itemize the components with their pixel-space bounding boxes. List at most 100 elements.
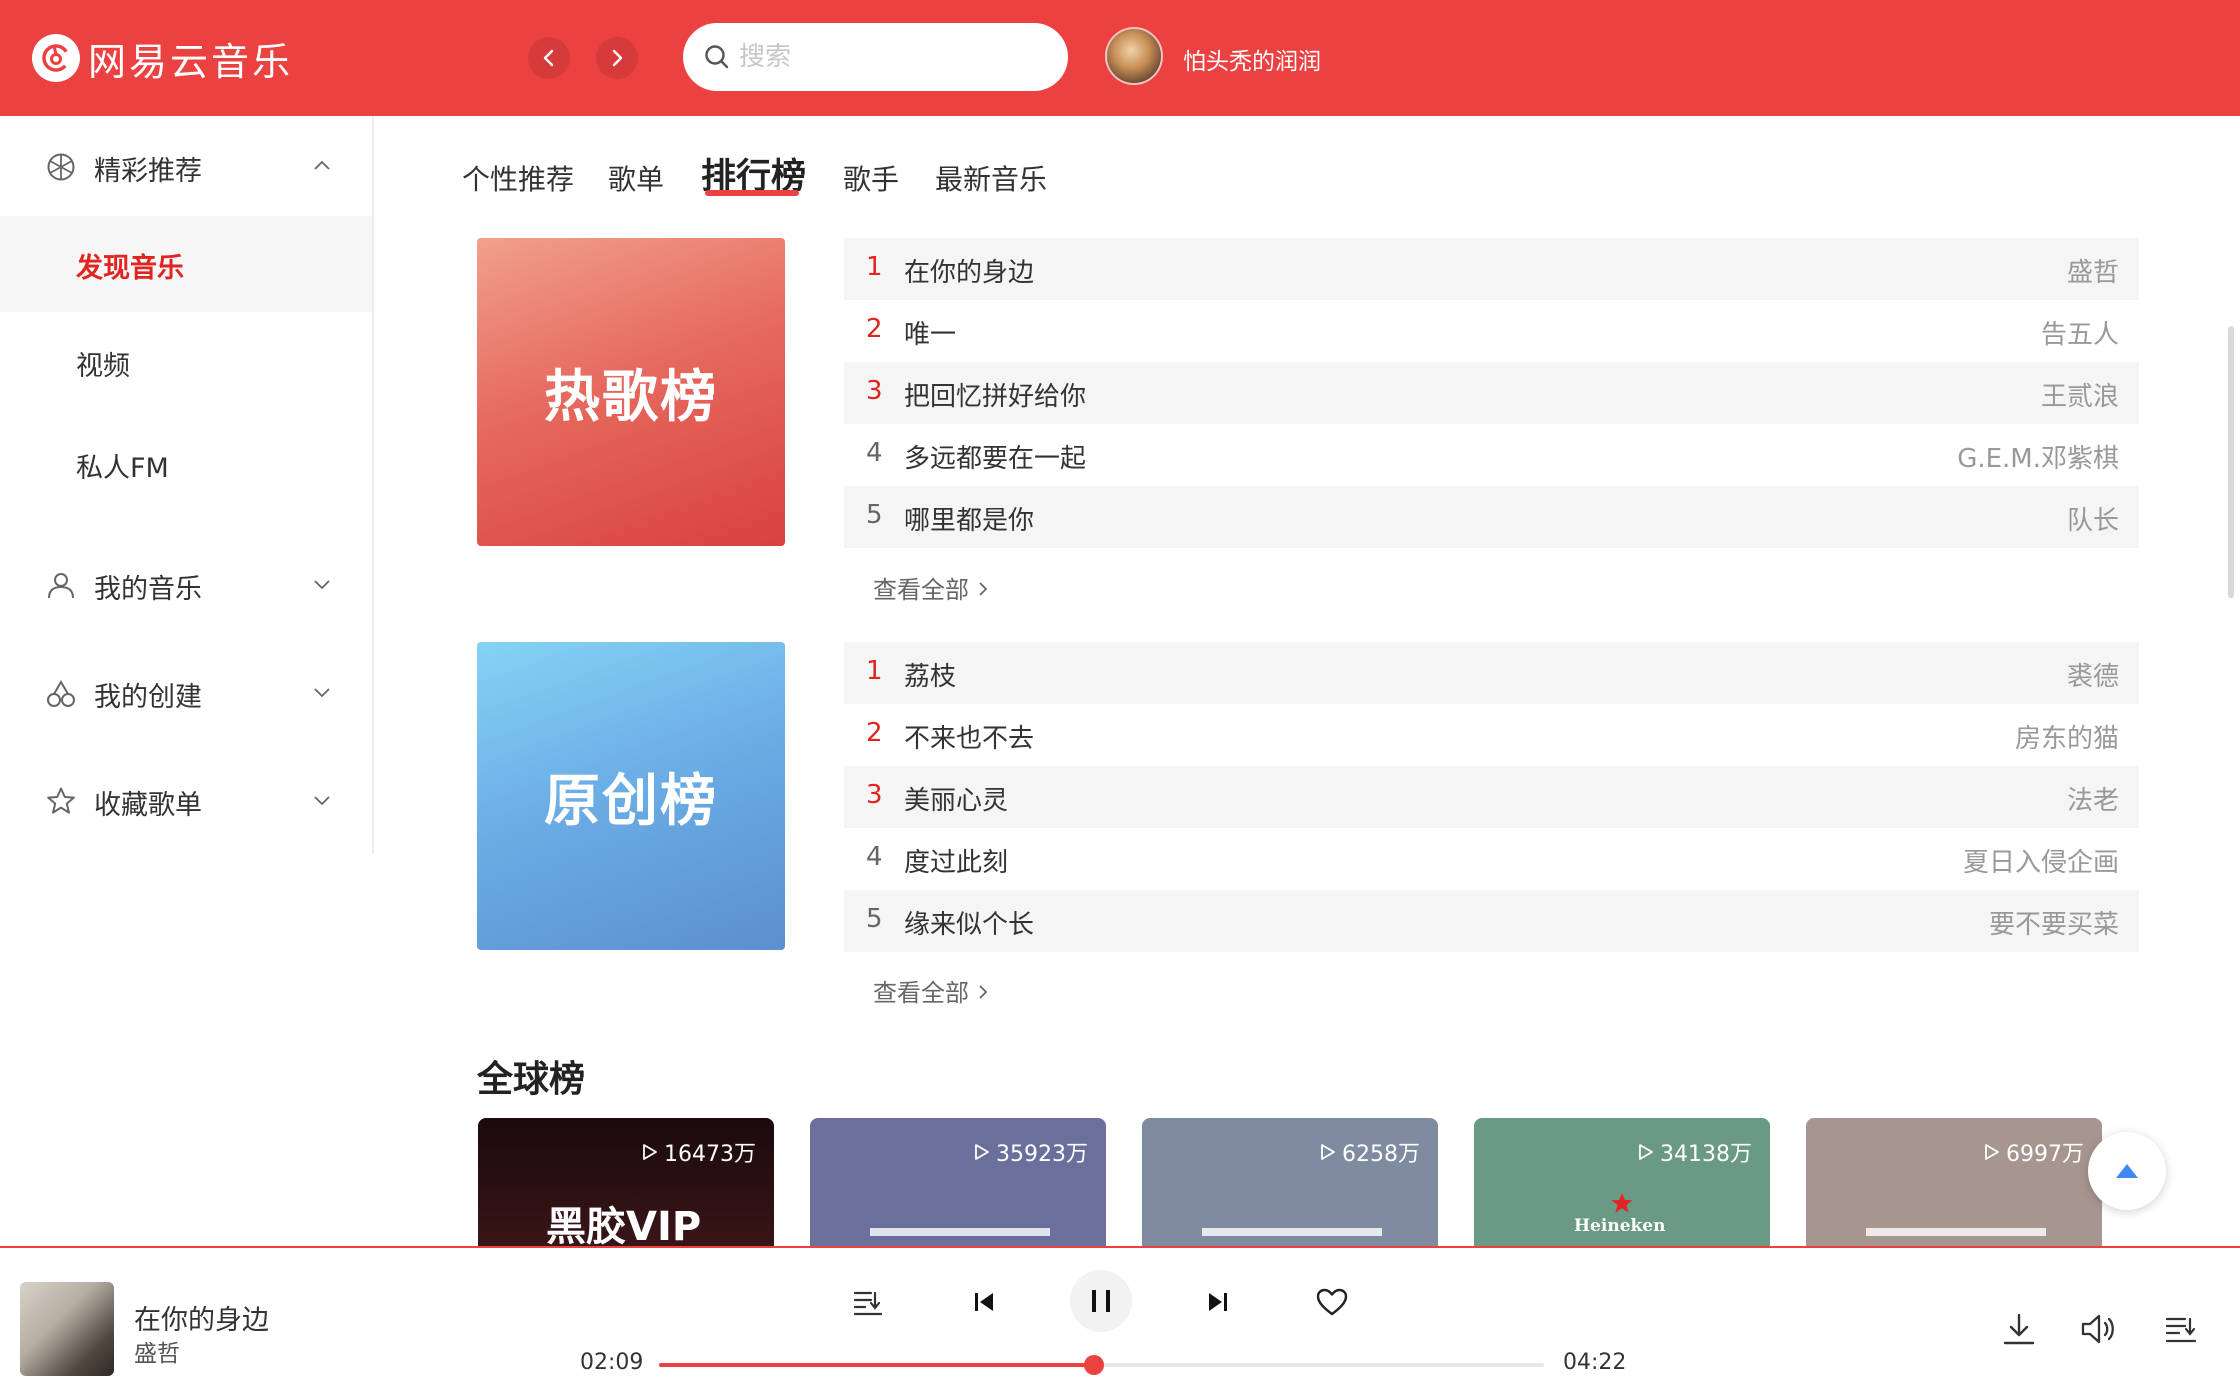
sidebar-group-collected-playlists[interactable]: 收藏歌单 bbox=[0, 760, 372, 840]
song-rank: 1 bbox=[866, 656, 883, 686]
song-artist[interactable]: 房东的猫 bbox=[2015, 718, 2119, 755]
user-name[interactable]: 怕头秃的润润 bbox=[1183, 42, 1321, 76]
song-row[interactable]: 2 唯一 告五人 bbox=[844, 300, 2139, 362]
volume-button[interactable] bbox=[2078, 1308, 2120, 1350]
song-name: 不来也不去 bbox=[904, 724, 1035, 754]
sidebar-group-my-creations[interactable]: 我的创建 bbox=[0, 652, 372, 732]
global-chart-card[interactable]: 6997万 bbox=[1806, 1118, 2102, 1248]
global-chart-card[interactable]: 16473万 黑胶VIP bbox=[478, 1118, 774, 1248]
song-name: 在你的身边 bbox=[904, 258, 1035, 288]
cover-title-cutoff bbox=[1202, 1228, 1382, 1248]
song-rank: 5 bbox=[866, 904, 883, 934]
play-triangle-icon bbox=[975, 1144, 989, 1160]
sidebar-group-label: 我的音乐 bbox=[94, 574, 202, 605]
play-count: 35923万 bbox=[974, 1136, 1088, 1168]
song-name: 唯一 bbox=[904, 320, 957, 350]
global-chart-card[interactable]: 35923万 bbox=[810, 1118, 1106, 1248]
tab-playlists[interactable]: 歌单 bbox=[608, 158, 664, 198]
app-logo[interactable]: 网易云音乐 bbox=[32, 32, 293, 84]
song-row[interactable]: 1 荔枝 裘德 bbox=[844, 642, 2139, 704]
song-name: 美丽心灵 bbox=[904, 786, 1009, 816]
song-artist[interactable]: 告五人 bbox=[2041, 314, 2119, 351]
search-input[interactable] bbox=[739, 42, 1039, 72]
song-artist[interactable]: 盛哲 bbox=[2067, 252, 2119, 289]
progress-slider[interactable] bbox=[659, 1355, 1544, 1375]
global-charts-title: 全球榜 bbox=[477, 1059, 586, 1100]
player-bar: 在你的身边 盛哲 02:09 04:22 bbox=[0, 1246, 2240, 1400]
song-row[interactable]: 3 把回忆拼好给你 王贰浪 bbox=[844, 362, 2139, 424]
search-icon bbox=[705, 45, 729, 69]
volume-icon bbox=[2081, 1314, 2114, 1344]
skip-forward-icon bbox=[1209, 1293, 1227, 1311]
sidebar-item-personal-fm[interactable]: 私人FM bbox=[0, 416, 372, 512]
sidebar-item-discover-music[interactable]: 发现音乐 bbox=[0, 216, 372, 312]
playlist-order-button[interactable] bbox=[846, 1280, 890, 1324]
tab-new-music[interactable]: 最新音乐 bbox=[935, 158, 1047, 198]
song-artist[interactable]: 法老 bbox=[2067, 780, 2119, 817]
song-rank: 5 bbox=[866, 500, 883, 530]
song-name: 荔枝 bbox=[904, 662, 957, 692]
play-triangle-icon bbox=[643, 1144, 657, 1160]
sidebar-group-my-music[interactable]: 我的音乐 bbox=[0, 544, 372, 624]
now-playing-cover[interactable] bbox=[20, 1282, 114, 1376]
song-artist[interactable]: G.E.M.邓紫棋 bbox=[1957, 438, 2119, 475]
heart-icon bbox=[1316, 1288, 1348, 1316]
song-row[interactable]: 1 在你的身边 盛哲 bbox=[844, 238, 2139, 300]
chevron-down-icon[interactable] bbox=[312, 574, 332, 594]
song-artist[interactable]: 夏日入侵企画 bbox=[1963, 842, 2119, 879]
vinyl-vip-logo: 黑胶VIP bbox=[546, 1204, 702, 1248]
next-track-button[interactable] bbox=[1196, 1280, 1240, 1324]
original-chart-cover[interactable]: 原创榜 bbox=[477, 642, 785, 950]
previous-track-button[interactable] bbox=[962, 1280, 1006, 1324]
sidebar-group-recommend[interactable]: 精彩推荐 bbox=[0, 126, 372, 206]
global-chart-card[interactable]: 6258万 bbox=[1142, 1118, 1438, 1248]
view-all-link[interactable]: 查看全部 bbox=[873, 973, 989, 1008]
view-all-link[interactable]: 查看全部 bbox=[873, 570, 989, 605]
pause-button[interactable] bbox=[1070, 1270, 1132, 1332]
play-triangle-icon bbox=[1321, 1144, 1335, 1160]
playlist-button[interactable] bbox=[2160, 1308, 2202, 1350]
now-playing-title[interactable]: 在你的身边 bbox=[134, 1298, 269, 1337]
song-artist[interactable]: 队长 bbox=[2067, 500, 2119, 537]
chevron-up-icon[interactable] bbox=[312, 156, 332, 176]
search-box[interactable] bbox=[683, 23, 1068, 91]
chevron-down-icon[interactable] bbox=[312, 682, 332, 702]
song-row[interactable]: 5 哪里都是你 队长 bbox=[844, 486, 2139, 548]
sidebar-item-video[interactable]: 视频 bbox=[0, 314, 372, 410]
cover-title-cutoff bbox=[870, 1228, 1050, 1248]
song-row[interactable]: 5 缘来似个长 要不要买菜 bbox=[844, 890, 2139, 952]
like-button[interactable] bbox=[1310, 1280, 1354, 1324]
song-artist[interactable]: 要不要买菜 bbox=[1989, 904, 2119, 941]
active-tab-indicator bbox=[705, 190, 799, 196]
song-name: 缘来似个长 bbox=[904, 910, 1035, 940]
song-rank: 2 bbox=[866, 718, 883, 748]
song-artist[interactable]: 裘德 bbox=[2067, 656, 2119, 693]
chevron-left-icon bbox=[543, 49, 554, 67]
back-button[interactable] bbox=[528, 37, 570, 79]
progress-handle[interactable] bbox=[1084, 1355, 1105, 1375]
song-row[interactable]: 2 不来也不去 房东的猫 bbox=[844, 704, 2139, 766]
user-avatar[interactable] bbox=[1105, 27, 1163, 85]
global-chart-card[interactable]: 34138万 Heineken bbox=[1474, 1118, 1770, 1248]
song-row[interactable]: 3 美丽心灵 法老 bbox=[844, 766, 2139, 828]
sidebar-group-label: 精彩推荐 bbox=[94, 156, 202, 187]
top-bar: 网易云音乐 怕头秃的润润 bbox=[0, 0, 2240, 116]
song-rank: 4 bbox=[866, 438, 883, 468]
vertical-scrollbar[interactable] bbox=[2228, 326, 2234, 598]
download-button[interactable] bbox=[1998, 1308, 2040, 1350]
tab-personal-recommend[interactable]: 个性推荐 bbox=[462, 158, 574, 198]
forward-button[interactable] bbox=[596, 37, 638, 79]
now-playing-artist[interactable]: 盛哲 bbox=[134, 1334, 180, 1368]
pause-icon bbox=[1092, 1290, 1110, 1312]
chevron-right-icon bbox=[979, 582, 987, 596]
play-count-value: 6258万 bbox=[1342, 1142, 1420, 1167]
cover-title-cutoff bbox=[1866, 1228, 2046, 1248]
song-artist[interactable]: 王贰浪 bbox=[2041, 376, 2119, 413]
song-row[interactable]: 4 多远都要在一起 G.E.M.邓紫棋 bbox=[844, 424, 2139, 486]
song-row[interactable]: 4 度过此刻 夏日入侵企画 bbox=[844, 828, 2139, 890]
hot-chart-cover[interactable]: 热歌榜 bbox=[477, 238, 785, 546]
tab-singers[interactable]: 歌手 bbox=[843, 158, 899, 198]
back-to-top-button[interactable] bbox=[2088, 1132, 2166, 1210]
red-star-icon bbox=[1611, 1193, 1633, 1213]
chevron-down-icon[interactable] bbox=[312, 790, 332, 810]
